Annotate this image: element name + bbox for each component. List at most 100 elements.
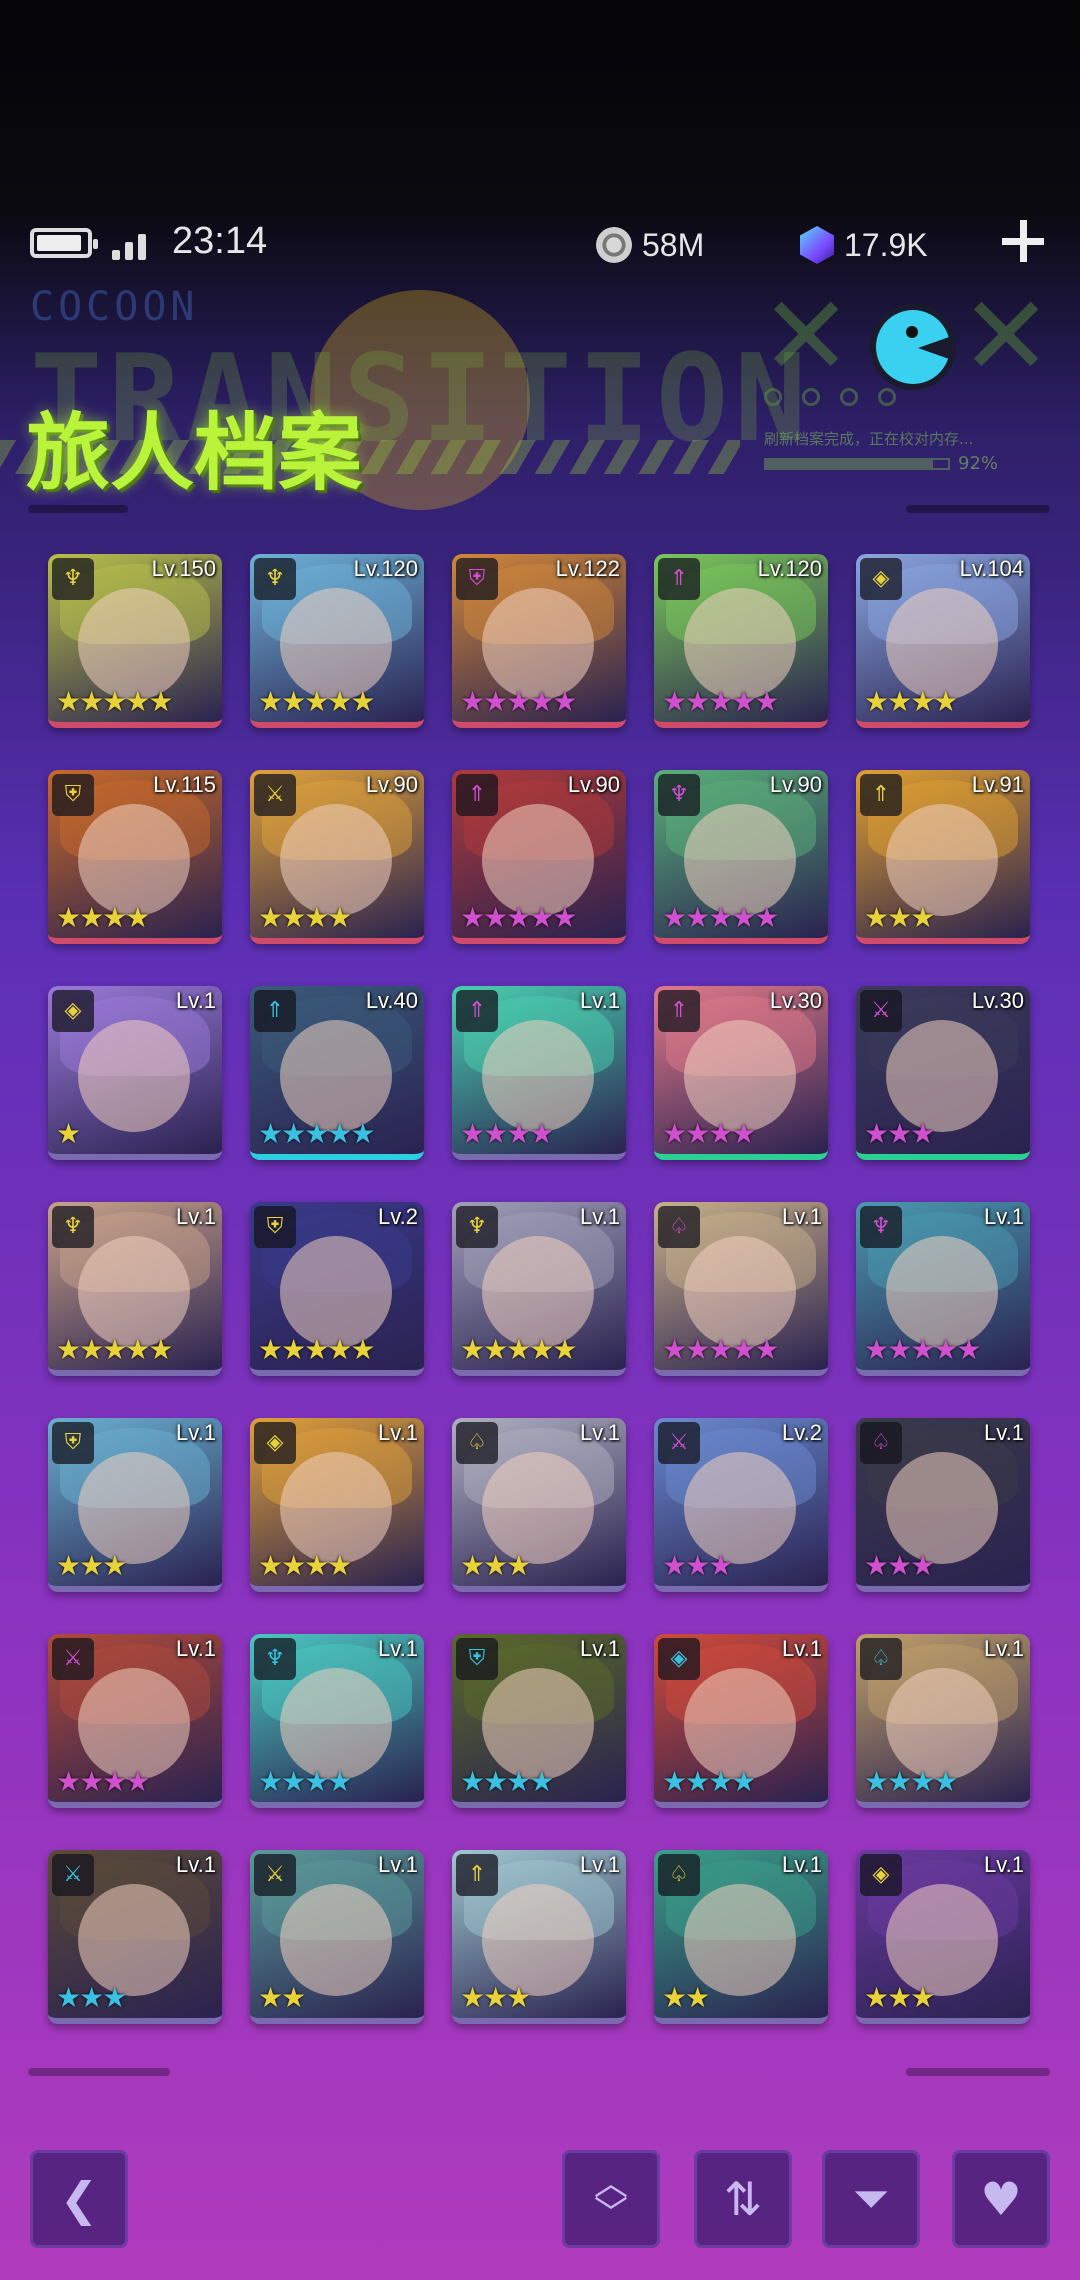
hero-level: Lv.40 [365,988,418,1013]
coin-amount: 58M [642,226,705,263]
hero-card[interactable]: ⇑ Lv.40 ★★★★★ [250,986,424,1160]
diamond-icon: ◈ [254,1422,296,1464]
hero-stars: ★★★ [864,1117,935,1150]
diamond-icon: ◈ [860,1854,902,1896]
bow-icon: ♆ [658,774,700,816]
hero-stars: ★★★★ [662,1117,756,1150]
hero-level: Lv.1 [580,1636,620,1661]
hero-card[interactable]: ⇑ Lv.120 ★★★★★ [654,554,828,728]
hero-card[interactable]: ◈ Lv.1 ★★★★ [250,1418,424,1592]
hero-level: Lv.1 [378,1852,418,1877]
hero-stars: ★★★ [460,1981,531,2014]
arrow-up-icon: ⇑ [456,774,498,816]
hero-level: Lv.1 [984,1636,1024,1661]
arrow-up-icon: ⇑ [860,774,902,816]
hero-level: Lv.30 [769,988,822,1013]
hero-card[interactable]: ⇑ Lv.30 ★★★★ [654,986,828,1160]
hero-card[interactable]: ♆ Lv.1 ★★★★★ [48,1202,222,1376]
hero-card[interactable]: ⛨ Lv.1 ★★★★ [452,1634,626,1808]
hero-card[interactable]: ◈ Lv.1 ★★★★ [654,1634,828,1808]
banner-dots [764,388,896,406]
hero-level: Lv.2 [782,1420,822,1445]
hero-card[interactable]: ⇑ Lv.90 ★★★★★ [452,770,626,944]
hero-card[interactable]: ⚔ Lv.30 ★★★ [856,986,1030,1160]
hero-stars: ★★★ [460,1549,531,1582]
hero-card[interactable]: ◈ Lv.1 ★★★ [856,1850,1030,2024]
sort-button[interactable]: ⇅ [694,2150,792,2248]
chevron-left-icon: ❮ [59,2172,99,2226]
hero-card[interactable]: ♆ Lv.1 ★★★★★ [856,1202,1030,1376]
hero-stars: ★★★★★ [258,685,376,718]
hero-stars: ★★★★ [258,901,352,934]
hero-level: Lv.104 [959,556,1024,581]
hero-level: Lv.1 [782,1204,822,1229]
hero-card[interactable]: ⚔ Lv.90 ★★★★ [250,770,424,944]
heart-icon: ♥ [980,2172,1022,2226]
hero-level: Lv.1 [580,1204,620,1229]
hero-stars: ★★★★★ [258,1333,376,1366]
hero-card[interactable]: ⚔ Lv.1 ★★ [250,1850,424,2024]
battery-icon [30,228,98,258]
hero-level: Lv.1 [176,1420,216,1445]
shield-icon: ⛨ [254,1206,296,1248]
expand-collapse-icon: ︿ ﹀ [594,2164,628,2234]
hero-level: Lv.120 [757,556,822,581]
hero-card[interactable]: ♤ Lv.1 ★★★★★ [654,1202,828,1376]
hero-card[interactable]: ⚔ Lv.1 ★★★ [48,1850,222,2024]
hero-card[interactable]: ♆ Lv.1 ★★★★★ [452,1202,626,1376]
hero-level: Lv.122 [555,556,620,581]
hero-level: Lv.1 [176,1204,216,1229]
hero-stars: ★★★★ [460,1765,554,1798]
favorite-button[interactable]: ♥ [952,2150,1050,2248]
swords-icon: ⚔ [860,990,902,1032]
hero-card[interactable]: ♆ Lv.90 ★★★★★ [654,770,828,944]
coin-counter[interactable]: 58M [596,222,704,268]
hero-stars: ★★★★ [460,1117,554,1150]
back-button[interactable]: ❮ [30,2150,128,2248]
hero-card[interactable]: ♆ Lv.1 ★★★★ [250,1634,424,1808]
hero-level: Lv.1 [378,1420,418,1445]
diamond-icon: ◈ [860,558,902,600]
hero-stars: ★★★★★ [662,685,780,718]
hero-card[interactable]: ⇑ Lv.1 ★★★ [452,1850,626,2024]
hero-card[interactable]: ◈ Lv.1 ★ [48,986,222,1160]
spade-icon: ♤ [658,1206,700,1248]
hero-card[interactable]: ♤ Lv.1 ★★ [654,1850,828,2024]
hero-stars: ★★★ [864,1981,935,2014]
swords-icon: ⚔ [52,1638,94,1680]
hero-stars: ★★★★★ [56,685,174,718]
expand-collapse-button[interactable]: ︿ ﹀ [562,2150,660,2248]
hero-level: Lv.1 [580,988,620,1013]
hero-level: Lv.1 [176,1636,216,1661]
header-banner: COCOON TRANSITION ✕ ✕ 刷新档案完成，正在校对内存... 9… [0,280,1080,520]
hero-card[interactable]: ⛨ Lv.1 ★★★ [48,1418,222,1592]
hero-card[interactable]: ⛨ Lv.122 ★★★★★ [452,554,626,728]
hero-card[interactable]: ♤ Lv.1 ★★★ [452,1418,626,1592]
hero-card[interactable]: ♤ Lv.1 ★★★ [856,1418,1030,1592]
add-currency-button[interactable] [1000,218,1046,264]
hero-card[interactable]: ♆ Lv.120 ★★★★★ [250,554,424,728]
hero-card[interactable]: ⇑ Lv.91 ★★★ [856,770,1030,944]
hero-card[interactable]: ⚔ Lv.1 ★★★★ [48,1634,222,1808]
hero-level: Lv.115 [153,772,216,797]
hero-card[interactable]: ⚔ Lv.2 ★★★ [654,1418,828,1592]
hero-card[interactable]: ♤ Lv.1 ★★★★ [856,1634,1030,1808]
divider [906,505,1050,513]
hero-stars: ★★★★★ [460,901,578,934]
hero-card[interactable]: ♆ Lv.150 ★★★★★ [48,554,222,728]
hero-card[interactable]: ⛨ Lv.2 ★★★★★ [250,1202,424,1376]
hero-stars: ★ [56,1117,81,1150]
hero-level: Lv.90 [567,772,620,797]
filter-button[interactable]: ⏷ [822,2150,920,2248]
hero-stars: ★★ [258,1981,306,2014]
hero-card[interactable]: ◈ Lv.104 ★★★★ [856,554,1030,728]
gem-cube-icon [800,226,834,264]
hero-stars: ★★★★ [56,1765,150,1798]
hero-card[interactable]: ⇑ Lv.1 ★★★★ [452,986,626,1160]
gem-counter[interactable]: 17.9K [800,222,928,268]
signal-icon [112,228,152,260]
spade-icon: ♤ [456,1422,498,1464]
hero-card[interactable]: ⛨ Lv.115 ★★★★ [48,770,222,944]
hero-stars: ★★★★★ [662,1333,780,1366]
hero-stars: ★★★★★ [662,901,780,934]
